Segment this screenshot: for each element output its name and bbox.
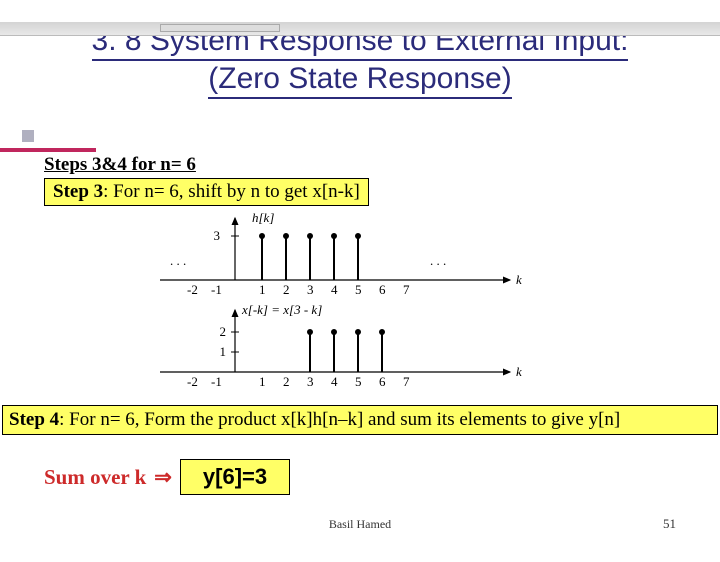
- svg-text:4: 4: [331, 282, 338, 297]
- x3k-xticks: -2 -1 1 2 3 4 5 6 7: [187, 374, 410, 389]
- svg-text:2: 2: [283, 374, 290, 389]
- progress-bar: [160, 24, 280, 32]
- hk-dots-left: . . .: [170, 253, 186, 268]
- result-box: y[6]=3: [180, 459, 290, 495]
- footer-author: Basil Hamed: [0, 517, 720, 532]
- title-line-2: (Zero State Response): [208, 62, 511, 99]
- svg-text:3: 3: [307, 374, 314, 389]
- step3-text: : For n= 6, shift by n to get x[n-k]: [103, 181, 360, 202]
- hk-func-label: h[k]: [252, 210, 274, 225]
- sum-row: Sum over k ⇒ y[6]=3: [44, 459, 290, 495]
- svg-text:5: 5: [355, 374, 362, 389]
- svg-text:5: 5: [355, 282, 362, 297]
- svg-text:6: 6: [379, 374, 386, 389]
- window-topbar: [0, 22, 720, 36]
- plot-x-3-k: x[-k] = x[3 - k] 1 2 k -2 -1 1 2 3 4 5 6…: [160, 302, 522, 389]
- svg-text:-1: -1: [211, 374, 222, 389]
- arrow-icon: ⇒: [154, 465, 172, 490]
- hk-dots-right: . . .: [430, 253, 446, 268]
- svg-text:1: 1: [259, 282, 266, 297]
- svg-text:-2: -2: [187, 374, 198, 389]
- svg-text:7: 7: [403, 374, 410, 389]
- x3k-func-label: x[-k] = x[3 - k]: [241, 302, 322, 317]
- step4-prefix: Step 4: [9, 409, 59, 430]
- step3-prefix: Step 3: [53, 181, 103, 202]
- step4-text: : For n= 6, Form the product x[k]h[n–k] …: [59, 409, 620, 430]
- sum-label: Sum over k: [44, 465, 146, 490]
- svg-text:4: 4: [331, 374, 338, 389]
- title-bullet-icon: [22, 130, 34, 142]
- svg-text:-1: -1: [211, 282, 222, 297]
- hk-ytick: 3: [214, 228, 221, 243]
- svg-text:2: 2: [283, 282, 290, 297]
- svg-text:1: 1: [259, 374, 266, 389]
- svg-text:7: 7: [403, 282, 410, 297]
- convolution-figure: h[k] 3 k . . . . . . -2 -1 1 2 3 4 5 6 7: [130, 210, 560, 392]
- hk-axis-label: k: [516, 272, 522, 287]
- step3-box: Step 3: For n= 6, shift by n to get x[n-…: [44, 178, 369, 206]
- x3k-ytick1: 1: [220, 344, 227, 359]
- svg-text:3: 3: [307, 282, 314, 297]
- plot-h-k: h[k] 3 k . . . . . . -2 -1 1 2 3 4 5 6 7: [160, 210, 522, 297]
- svg-text:6: 6: [379, 282, 386, 297]
- page-number: 51: [663, 516, 676, 532]
- title-accent-bar: [0, 148, 96, 152]
- hk-stems: [259, 233, 361, 280]
- steps-heading: Steps 3&4 for n= 6: [44, 154, 196, 176]
- step4-box: Step 4: For n= 6, Form the product x[k]h…: [2, 405, 718, 435]
- x3k-axis-label: k: [516, 364, 522, 379]
- svg-text:-2: -2: [187, 282, 198, 297]
- hk-xticks: -2 -1 1 2 3 4 5 6 7: [187, 282, 410, 297]
- x3k-ytick2: 2: [220, 324, 227, 339]
- x3k-stems: [307, 329, 385, 372]
